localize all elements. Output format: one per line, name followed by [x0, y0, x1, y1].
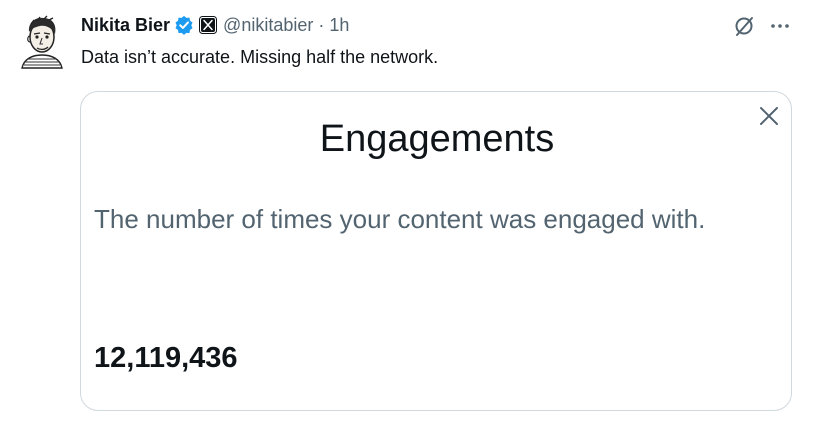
tweet-text: Data isn’t accurate. Missing half the ne… [81, 47, 439, 67]
avatar-illustration [21, 15, 63, 69]
more-options-icon[interactable] [768, 15, 792, 37]
verified-badge-icon [174, 15, 194, 35]
card-description: The number of times your content was eng… [94, 204, 706, 234]
grok-icon[interactable] [733, 15, 755, 37]
avatar[interactable] [16, 12, 68, 70]
tweet-header: Nikita Bier @nikitabier · 1h [81, 13, 349, 37]
display-name[interactable]: Nikita Bier [81, 15, 170, 36]
separator-dot: · [318, 14, 325, 35]
handle[interactable]: @nikitabier [223, 15, 313, 36]
card-title: Engagements [319, 118, 555, 160]
x-logo-icon[interactable] [199, 16, 218, 34]
timestamp[interactable]: 1h [329, 15, 349, 36]
engagements-card: Engagements The number of times your con… [80, 91, 792, 411]
engagements-count: 12,119,436 [94, 342, 238, 374]
